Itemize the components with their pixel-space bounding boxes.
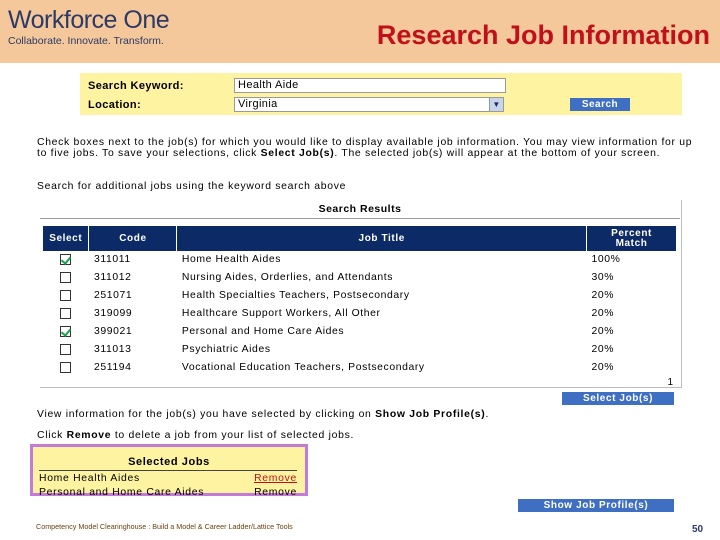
slide-number: 50 bbox=[692, 524, 704, 535]
select-cell bbox=[43, 340, 89, 358]
remove-link[interactable]: Remove bbox=[254, 487, 297, 498]
table-row: 251071 Health Specialties Teachers, Posts… bbox=[43, 287, 677, 305]
job-title-cell: Health Specialties Teachers, Postseconda… bbox=[181, 290, 410, 302]
results-table: Select Code Job Title Percent Match 3110… bbox=[43, 226, 677, 376]
job-title-cell: Personal and Home Care Aides bbox=[181, 326, 345, 337]
selected-job-title: Personal and Home Care Aides bbox=[39, 487, 205, 498]
view-instruction: View information for the job(s) you have… bbox=[37, 409, 490, 420]
table-row: 319099 Healthcare Support Workers, All Ot… bbox=[43, 305, 677, 323]
column-header-job-title: Job Title bbox=[176, 226, 588, 251]
location-value: Virginia bbox=[238, 98, 278, 110]
code-cell: 251071 bbox=[93, 290, 133, 302]
table-row: 399021 Personal and Home Care Aides 20% bbox=[43, 323, 677, 341]
keyword-label: Search Keyword: bbox=[88, 80, 184, 92]
job-title-cell: Nursing Aides, Orderlies, and Attendants bbox=[181, 272, 394, 284]
table-row: 311013 Psychiatric Aides 20% bbox=[43, 340, 677, 358]
column-header-select: Select bbox=[43, 226, 90, 251]
remove-instruction: Click Remove to delete a job from your l… bbox=[37, 430, 355, 441]
logo-tagline: Collaborate. Innovate. Transform. bbox=[8, 35, 164, 47]
table-row: 311012 Nursing Aides, Orderlies, and Atte… bbox=[43, 269, 677, 287]
job-select-checkbox[interactable] bbox=[60, 290, 72, 302]
header-banner: Workforce One Collaborate. Innovate. Tra… bbox=[0, 0, 720, 63]
job-select-checkbox[interactable] bbox=[60, 254, 72, 266]
select-cell bbox=[43, 269, 89, 287]
selected-job-item: Personal and Home Care Aides Remove bbox=[39, 487, 301, 498]
job-title-cell: Healthcare Support Workers, All Other bbox=[181, 308, 381, 320]
search-button[interactable]: Search bbox=[570, 98, 630, 111]
column-header-percent-match: Percent Match bbox=[586, 226, 677, 251]
percent-match-cell: 30% bbox=[591, 272, 615, 284]
percent-match-cell: 20% bbox=[591, 290, 615, 302]
table-row: 251194 Vocational Education Teachers, Pos… bbox=[43, 358, 677, 376]
results-table-body: 311011 Home Health Aides 100% 311012 Nursing… bbox=[43, 251, 677, 376]
select-cell bbox=[43, 251, 89, 269]
code-cell: 399021 bbox=[93, 326, 133, 337]
job-title-cell: Vocational Education Teachers, Postsecon… bbox=[181, 361, 425, 373]
selected-jobs-title: Selected Jobs bbox=[128, 456, 210, 468]
location-select[interactable]: Virginia ▼ bbox=[234, 97, 504, 112]
percent-match-cell: 100% bbox=[591, 254, 621, 266]
selected-job-item: Home Health Aides Remove bbox=[39, 473, 301, 484]
percent-match-cell: 20% bbox=[591, 308, 615, 320]
column-header-code: Code bbox=[88, 226, 178, 251]
select-cell bbox=[43, 287, 89, 305]
code-cell: 319099 bbox=[93, 308, 133, 320]
job-select-checkbox[interactable] bbox=[60, 361, 72, 373]
results-divider bbox=[40, 218, 680, 219]
location-label: Location: bbox=[88, 99, 142, 111]
code-cell: 311013 bbox=[93, 343, 132, 355]
percent-match-cell: 20% bbox=[591, 326, 615, 337]
chevron-down-icon[interactable]: ▼ bbox=[489, 98, 503, 111]
selected-jobs-divider bbox=[39, 470, 297, 471]
results-title: Search Results bbox=[318, 203, 402, 215]
percent-match-cell: 20% bbox=[591, 361, 615, 373]
job-select-checkbox[interactable] bbox=[60, 307, 72, 319]
select-cell bbox=[43, 323, 89, 341]
pagination-page-1[interactable]: 1 bbox=[667, 377, 673, 388]
footer-note: Competency Model Clearinghouse : Build a… bbox=[36, 522, 293, 531]
select-jobs-button[interactable]: Select Job(s) bbox=[562, 392, 674, 405]
code-cell: 311012 bbox=[93, 272, 132, 284]
job-select-checkbox[interactable] bbox=[60, 272, 72, 284]
job-select-checkbox[interactable] bbox=[60, 325, 72, 337]
keyword-input[interactable]: Health Aide bbox=[234, 78, 506, 93]
show-job-profile-button[interactable]: Show Job Profile(s) bbox=[518, 499, 674, 512]
search-results-panel: Search Results Select Code Job Title Per… bbox=[40, 200, 682, 388]
percent-match-cell: 20% bbox=[591, 343, 615, 355]
job-title-cell: Home Health Aides bbox=[181, 254, 282, 266]
selected-job-title: Home Health Aides bbox=[39, 473, 140, 484]
job-title-cell: Psychiatric Aides bbox=[181, 343, 271, 355]
search-panel: Search Keyword: Health Aide Location: Vi… bbox=[80, 73, 682, 115]
select-cell bbox=[43, 305, 89, 323]
selected-jobs-panel: Selected Jobs Home Health Aides Remove P… bbox=[30, 444, 308, 498]
remove-link[interactable]: Remove bbox=[254, 473, 297, 484]
select-instructions: Check boxes next to the job(s) for which… bbox=[37, 137, 693, 159]
workforce-one-logo: Workforce One Collaborate. Innovate. Tra… bbox=[8, 6, 188, 56]
additional-search-note: Search for additional jobs using the key… bbox=[37, 181, 347, 192]
code-cell: 251194 bbox=[93, 361, 132, 373]
page-title: Research Job Information bbox=[376, 20, 710, 50]
code-cell: 311011 bbox=[93, 254, 131, 266]
select-cell bbox=[43, 358, 89, 376]
table-row: 311011 Home Health Aides 100% bbox=[43, 251, 677, 269]
logo-name: Workforce One bbox=[8, 6, 170, 34]
table-header-row: Select Code Job Title Percent Match bbox=[43, 226, 677, 251]
job-select-checkbox[interactable] bbox=[60, 343, 72, 355]
